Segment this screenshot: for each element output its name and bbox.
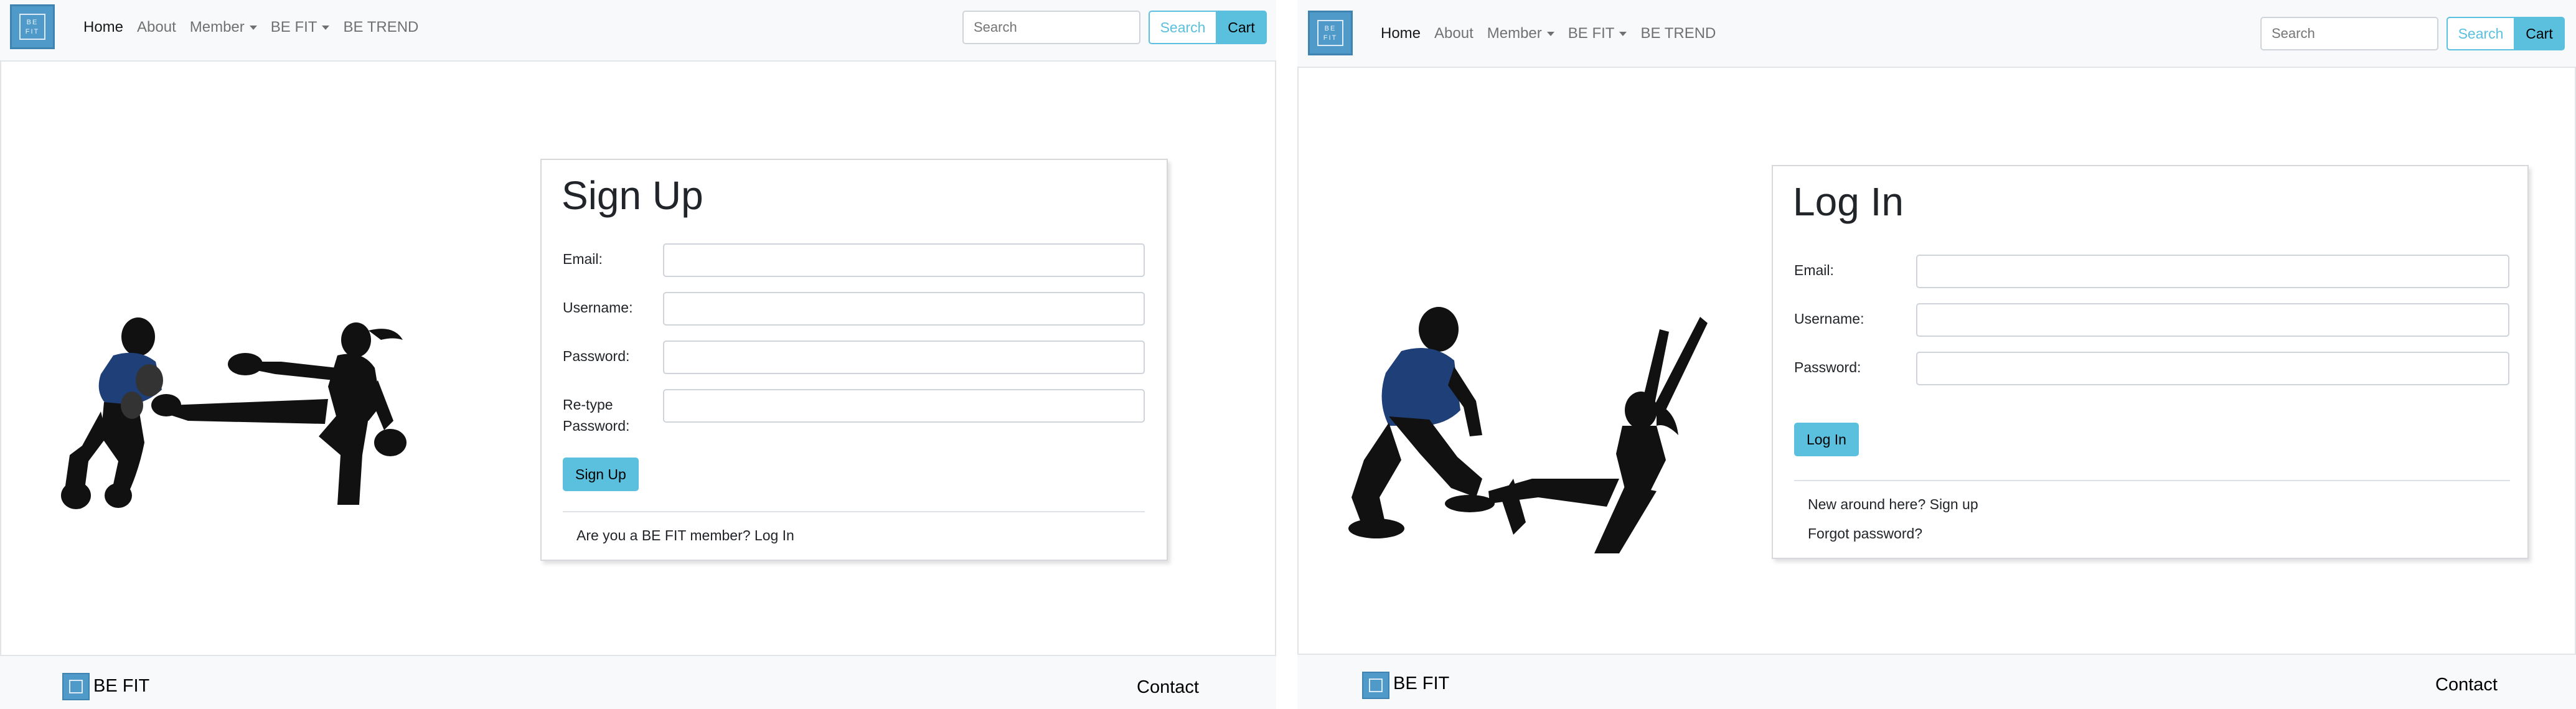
login-title: Log In xyxy=(1793,179,1904,224)
nav-menu: Home About Member BE FIT BE TREND xyxy=(1374,0,1723,67)
username-label: Username: xyxy=(563,299,633,316)
email-label: Email: xyxy=(563,251,603,267)
logo-mark: BE FIT xyxy=(1317,20,1343,46)
partner-workout-silhouette-image xyxy=(1348,307,1708,553)
main-content: Log In Email: Username: Password: Log In… xyxy=(1297,68,2576,655)
nav-member-label: Member xyxy=(1487,25,1542,42)
username-label: Username: xyxy=(1794,311,1864,327)
nav-member-dropdown[interactable]: Member xyxy=(183,19,264,36)
forgot-password-link[interactable]: Forgot password? xyxy=(1808,525,1922,542)
caret-down-icon xyxy=(1546,32,1554,37)
caret-down-icon xyxy=(249,26,257,31)
footer: BE FIT Contact xyxy=(1297,655,2576,709)
footer-brand[interactable]: BE FIT xyxy=(93,676,149,697)
retype-password-field[interactable] xyxy=(663,389,1145,423)
signup-title: Sign Up xyxy=(562,173,703,218)
login-screen: BE FIT Home About Member BE FIT BE TREND… xyxy=(1297,0,2576,709)
login-link[interactable]: Are you a BE FIT member? Log In xyxy=(576,527,794,544)
login-card: Log In Email: Username: Password: Log In… xyxy=(1772,165,2529,559)
footer-logo-icon[interactable] xyxy=(62,673,90,700)
search-input[interactable] xyxy=(2260,17,2438,50)
divider xyxy=(563,511,1145,512)
search-input[interactable] xyxy=(962,11,1140,44)
signup-screen: BE FIT Home About Member BE FIT BE TREND… xyxy=(0,0,1276,709)
nav-member-dropdown[interactable]: Member xyxy=(1480,25,1561,42)
caret-down-icon xyxy=(1619,32,1627,37)
password-field[interactable] xyxy=(663,340,1145,374)
brand-logo[interactable]: BE FIT xyxy=(1308,11,1353,55)
retype-password-label: Re-type Password: xyxy=(563,394,629,436)
navbar: BE FIT Home About Member BE FIT BE TREND… xyxy=(0,0,1276,62)
kickboxing-silhouette-image xyxy=(61,317,407,509)
main-content: Sign Up Email: Username: Password: Re-ty… xyxy=(0,62,1276,656)
nav-befit-dropdown[interactable]: BE FIT xyxy=(264,19,337,36)
email-field[interactable] xyxy=(663,243,1145,277)
retype-label-line1: Re-type xyxy=(563,397,613,413)
password-label: Password: xyxy=(1794,359,1861,375)
divider xyxy=(1794,480,2510,481)
nav-befit-label: BE FIT xyxy=(1568,25,1615,42)
email-field[interactable] xyxy=(1916,255,2509,288)
nav-about[interactable]: About xyxy=(1427,25,1480,42)
nav-home[interactable]: Home xyxy=(77,19,130,36)
footer: BE FIT Contact xyxy=(0,656,1276,709)
nav-betrend[interactable]: BE TREND xyxy=(1634,25,1723,42)
nav-befit-dropdown[interactable]: BE FIT xyxy=(1561,25,1634,42)
brand-logo[interactable]: BE FIT xyxy=(10,4,55,49)
retype-label-line2: Password: xyxy=(563,418,630,434)
footer-logo-icon[interactable] xyxy=(1362,672,1389,699)
login-button[interactable]: Log In xyxy=(1794,423,1859,456)
search-button[interactable]: Search xyxy=(1149,11,1217,44)
cart-button[interactable]: Cart xyxy=(1216,11,1267,44)
navbar: BE FIT Home About Member BE FIT BE TREND… xyxy=(1297,0,2576,68)
username-field[interactable] xyxy=(1916,303,2509,337)
search-button[interactable]: Search xyxy=(2447,17,2515,50)
nav-menu: Home About Member BE FIT BE TREND xyxy=(77,0,425,55)
caret-down-icon xyxy=(322,26,330,31)
nav-befit-label: BE FIT xyxy=(270,19,317,35)
signup-card: Sign Up Email: Username: Password: Re-ty… xyxy=(540,159,1168,561)
signup-button[interactable]: Sign Up xyxy=(563,458,639,491)
nav-betrend[interactable]: BE TREND xyxy=(336,19,425,36)
logo-mark: BE FIT xyxy=(19,14,45,40)
email-label: Email: xyxy=(1794,262,1834,278)
footer-contact-link[interactable]: Contact xyxy=(1137,677,1199,698)
nav-member-label: Member xyxy=(189,19,245,35)
password-label: Password: xyxy=(563,348,630,364)
username-field[interactable] xyxy=(663,292,1145,326)
cart-button[interactable]: Cart xyxy=(2514,17,2565,50)
footer-contact-link[interactable]: Contact xyxy=(2435,675,2498,695)
nav-about[interactable]: About xyxy=(130,19,183,36)
footer-brand[interactable]: BE FIT xyxy=(1393,674,1449,694)
signup-link[interactable]: New around here? Sign up xyxy=(1808,496,1978,513)
nav-home[interactable]: Home xyxy=(1374,25,1427,42)
password-field[interactable] xyxy=(1916,352,2509,385)
